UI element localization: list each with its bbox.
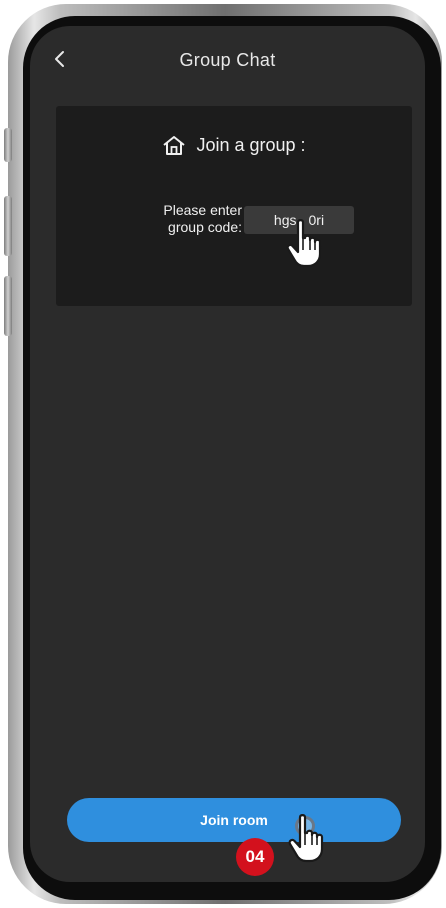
phone-volume-down-button — [4, 276, 12, 336]
join-group-heading: Join a group : — [56, 134, 412, 156]
group-code-label-line1: Please enter — [163, 202, 242, 218]
join-room-button[interactable]: Join room — [67, 798, 401, 842]
join-group-heading-text: Join a group : — [196, 134, 306, 155]
tutorial-screenshot: Group Chat Join a group : Please enter g… — [0, 0, 446, 908]
hand-pointer-icon — [288, 814, 324, 863]
group-code-label-line2: group code: — [168, 219, 242, 235]
hand-pointer-icon — [286, 219, 322, 268]
app-screen: Group Chat Join a group : Please enter g… — [30, 26, 425, 882]
group-code-label: Please enter group code: — [130, 202, 242, 236]
house-icon — [163, 136, 186, 155]
top-bar: Group Chat — [30, 26, 425, 96]
step-number-badge: 04 — [236, 838, 274, 876]
phone-volume-up-button — [4, 196, 12, 256]
page-title: Group Chat — [179, 50, 276, 70]
join-group-card: Join a group : Please enter group code: … — [56, 106, 412, 306]
phone-side-button — [4, 128, 12, 162]
